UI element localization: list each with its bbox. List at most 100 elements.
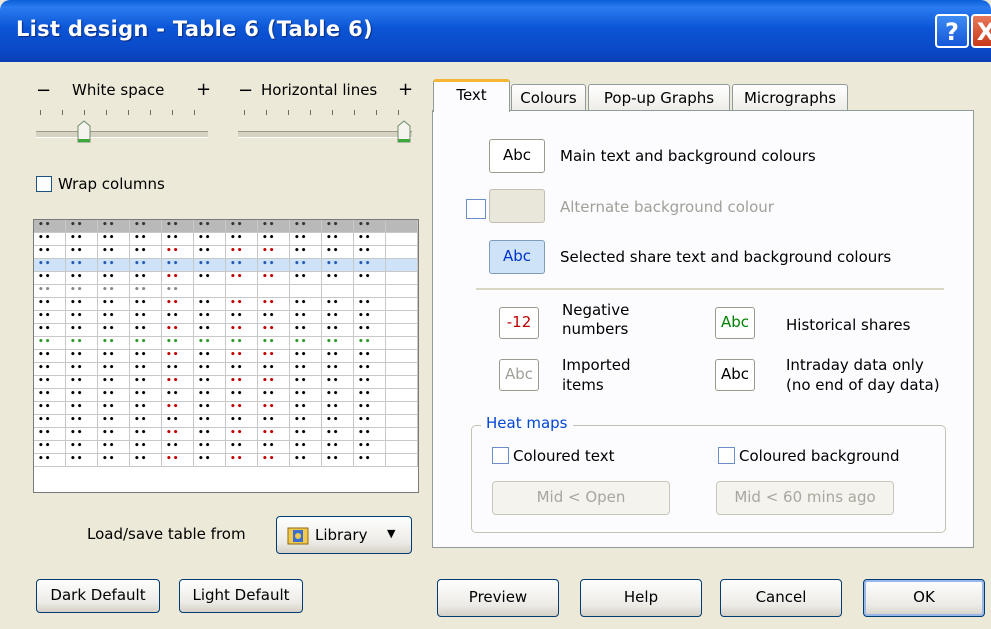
preview-cell: •• <box>162 246 194 258</box>
preview-cell: •• <box>66 376 98 388</box>
preview-cell: •• <box>66 389 98 401</box>
help-button[interactable]: Help <box>580 579 702 617</box>
preview-cell: •• <box>34 376 66 388</box>
preview-cell <box>386 428 418 440</box>
preview-cell <box>386 246 418 258</box>
preview-cell: •• <box>194 324 226 336</box>
ok-button[interactable]: OK <box>863 579 985 617</box>
preview-cell: •• <box>34 428 66 440</box>
preview-row: •• •• •• •• •• •• •• •• •• •• •• <box>34 376 418 389</box>
preview-row: •• •• •• •• •• •• •• •• •• •• •• <box>34 428 418 441</box>
preview-cell: •• <box>322 376 354 388</box>
preview-cell: •• <box>194 298 226 310</box>
preview-row: •• •• •• •• •• <box>34 285 418 298</box>
dark-default-button[interactable]: Dark Default <box>36 579 160 613</box>
preview-cell: •• <box>322 272 354 284</box>
preview-cell <box>386 376 418 388</box>
preview-cell: •• <box>290 220 322 232</box>
alternate-background-checkbox[interactable] <box>466 199 486 219</box>
preview-cell: •• <box>194 389 226 401</box>
tab-text[interactable]: Text <box>433 79 510 112</box>
preview-cell <box>386 285 418 297</box>
preview-cell: •• <box>258 337 290 349</box>
library-dropdown-button[interactable]: Library ▼ <box>276 516 412 554</box>
preview-cell: •• <box>98 454 130 466</box>
mid-open-button[interactable]: Mid < Open <box>492 481 670 515</box>
preview-cell: •• <box>98 259 130 271</box>
cancel-button[interactable]: Cancel <box>720 579 842 617</box>
preview-cell <box>386 259 418 271</box>
preview-cell: •• <box>34 415 66 427</box>
coloured-background-checkbox[interactable] <box>718 447 735 464</box>
coloured-text-label: Coloured text <box>513 447 615 465</box>
preview-cell: •• <box>66 337 98 349</box>
white-space-minus: − <box>36 80 52 101</box>
white-space-slider-thumb[interactable] <box>77 120 91 144</box>
heat-maps-title: Heat maps <box>481 414 573 432</box>
preview-cell: •• <box>130 376 162 388</box>
preview-cell: •• <box>226 441 258 453</box>
preview-cell: •• <box>258 454 290 466</box>
preview-cell: •• <box>130 272 162 284</box>
preview-cell: •• <box>98 220 130 232</box>
preview-cell: •• <box>162 389 194 401</box>
preview-cell: •• <box>226 389 258 401</box>
preview-cell: •• <box>322 350 354 362</box>
negative-numbers-label-line2: numbers <box>562 320 629 338</box>
preview-cell: •• <box>162 324 194 336</box>
alternate-background-swatch <box>489 189 545 223</box>
coloured-text-checkbox[interactable] <box>492 447 509 464</box>
preview-cell: •• <box>322 246 354 258</box>
light-default-button[interactable]: Light Default <box>179 579 303 613</box>
preview-cell <box>226 285 258 297</box>
mid-60-mins-button[interactable]: Mid < 60 mins ago <box>716 481 894 515</box>
tab-pop-up-graphs[interactable]: Pop-up Graphs <box>588 84 730 112</box>
selected-share-colour-swatch[interactable]: Abc <box>489 240 545 274</box>
preview-cell: •• <box>290 441 322 453</box>
horizontal-lines-label: Horizontal lines <box>261 81 378 99</box>
close-icon[interactable]: X <box>971 14 991 48</box>
preview-cell: •• <box>130 298 162 310</box>
tab-colours[interactable]: Colours <box>511 84 586 112</box>
preview-row: •• •• •• •• •• •• •• •• •• •• •• <box>34 441 418 454</box>
preview-cell: •• <box>290 415 322 427</box>
preview-cell: •• <box>66 311 98 323</box>
preview-cell <box>386 220 418 232</box>
preview-cell: •• <box>98 441 130 453</box>
preview-cell: •• <box>130 350 162 362</box>
negative-numbers-swatch[interactable]: -12 <box>499 307 539 339</box>
preview-cell: •• <box>162 454 194 466</box>
preview-cell: •• <box>66 233 98 245</box>
preview-row: •• •• •• •• •• •• •• •• •• •• •• <box>34 259 418 272</box>
main-text-colour-swatch[interactable]: Abc <box>489 139 545 173</box>
preview-cell: •• <box>66 428 98 440</box>
wrap-columns-checkbox[interactable] <box>36 176 52 192</box>
preview-cell: •• <box>290 428 322 440</box>
preview-cell: •• <box>258 441 290 453</box>
negative-numbers-label-line1: Negative <box>562 301 630 319</box>
help-icon[interactable]: ? <box>935 14 969 48</box>
intraday-data-swatch[interactable]: Abc <box>715 359 755 391</box>
preview-cell: •• <box>290 324 322 336</box>
preview-cell: •• <box>130 259 162 271</box>
preview-cell: •• <box>34 220 66 232</box>
alternate-background-label: Alternate background colour <box>560 198 774 216</box>
preview-cell: •• <box>98 376 130 388</box>
horizontal-lines-slider-thumb[interactable] <box>397 120 411 144</box>
preview-cell: •• <box>34 454 66 466</box>
preview-cell: •• <box>226 363 258 375</box>
preview-button[interactable]: Preview <box>437 579 559 617</box>
preview-cell: •• <box>130 402 162 414</box>
wrap-columns-label: Wrap columns <box>58 175 165 193</box>
preview-row: •• •• •• •• •• •• •• •• •• •• •• <box>34 454 418 467</box>
preview-cell: •• <box>322 337 354 349</box>
preview-cell: •• <box>98 428 130 440</box>
historical-shares-label: Historical shares <box>786 316 911 334</box>
preview-cell: •• <box>34 350 66 362</box>
preview-cell: •• <box>162 402 194 414</box>
preview-cell: •• <box>354 454 386 466</box>
imported-items-swatch[interactable]: Abc <box>499 359 539 391</box>
tab-micrographs[interactable]: Micrographs <box>732 84 848 112</box>
preview-cell: •• <box>258 324 290 336</box>
historical-shares-swatch[interactable]: Abc <box>715 307 755 339</box>
